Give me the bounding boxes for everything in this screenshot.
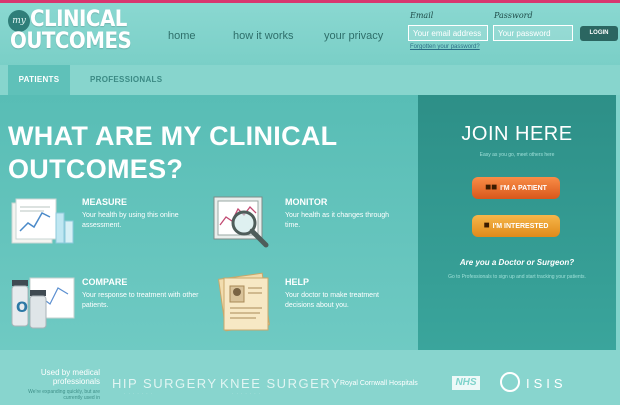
feature-help-title: HELP — [285, 277, 310, 287]
footer-note: We're expanding quickly, but are current… — [28, 389, 100, 401]
isis-logo-circle — [500, 372, 520, 392]
feature-compare-desc: Your response to treatment with other pa… — [82, 292, 199, 309]
patient-signup-button[interactable]: ■■ I'M A PATIENT — [472, 177, 560, 199]
logo-text-line1[interactable]: CLINICAL — [30, 9, 127, 31]
email-field[interactable] — [408, 25, 488, 41]
partner-nhs-logo: NHS — [452, 376, 480, 390]
partner-knee-surgery-logo: KNEE SURGERY — [220, 376, 342, 391]
nav-how-it-works-link[interactable]: how it works — [233, 30, 294, 42]
site-header: my CLINICAL OUTCOMES home how it works y… — [0, 3, 620, 65]
audience-tabs: PATIENTS PROFESSIONALS — [0, 65, 620, 95]
patient-button-label: I'M A PATIENT — [500, 184, 547, 192]
doctor-question: Are you a Doctor or Surgeon? — [459, 258, 575, 267]
page-title: WHAT ARE MY CLINICAL OUTCOMES? — [8, 121, 337, 184]
join-title: JOIN HERE — [461, 123, 573, 145]
interested-signup-button[interactable]: ■ I'M INTERESTED — [472, 215, 560, 237]
svg-text:O: O — [16, 300, 28, 316]
people-icon: ■■ — [485, 182, 498, 193]
password-label: Password — [494, 11, 533, 20]
forgot-password-link[interactable]: Forgotten your password? — [410, 44, 480, 50]
magnifier-graph-icon — [210, 195, 276, 251]
medicine-bottles-icon: O — [10, 270, 78, 330]
password-field[interactable] — [493, 25, 573, 41]
partner-hip-surgery-logo: HIP SURGERY — [112, 376, 218, 391]
login-button[interactable]: LOGIN — [580, 26, 618, 41]
feature-measure-title: MEASURE — [82, 197, 128, 207]
feature-measure-desc: Your health by using this online assessm… — [82, 212, 179, 229]
logo-text-line2[interactable]: OUTCOMES — [10, 31, 132, 53]
tab-patients[interactable]: PATIENTS — [8, 65, 70, 95]
partner-isis-logo: ISIS — [526, 376, 567, 391]
partner-royal-cornwall-logo: Royal Cornwall Hospitals — [340, 380, 418, 387]
used-by-heading: Used by medical professionals — [40, 368, 100, 386]
tab-professionals[interactable]: PROFESSIONALS — [90, 65, 162, 95]
nav-privacy-link[interactable]: your privacy — [324, 30, 383, 42]
partner-hip-sub: · · · · · · · — [124, 391, 153, 396]
email-label: Email — [410, 11, 434, 20]
join-subtitle: Easy as you go, meet others here — [479, 152, 555, 158]
feature-compare-title: COMPARE — [82, 277, 128, 287]
interested-button-label: I'M INTERESTED — [492, 222, 549, 230]
doctor-subtext[interactable]: Go to Professionals to sign up and start… — [418, 274, 616, 280]
feature-monitor-title: MONITOR — [285, 197, 328, 207]
person-icon: ■ — [483, 220, 490, 231]
feature-help-desc: Your doctor to make treatment decisions … — [285, 292, 379, 309]
nav-home-link[interactable]: home — [168, 30, 196, 42]
chart-documents-icon — [10, 195, 76, 249]
feature-monitor-desc: Your health as it changes through time. — [285, 212, 390, 229]
patient-folder-icon — [212, 272, 276, 332]
partner-knee-sub: · · · · · · · — [232, 391, 261, 396]
